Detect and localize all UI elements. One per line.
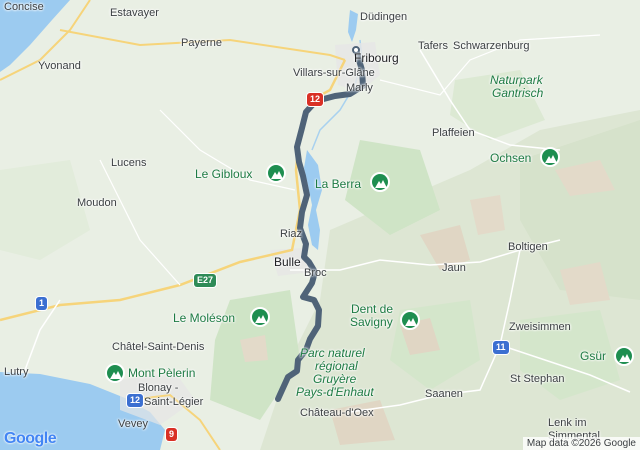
label-chatel-saint-denis[interactable]: Châtel-Saint-Denis xyxy=(112,341,204,354)
mountain-icon-moleson[interactable] xyxy=(250,307,270,327)
road-shield-1: 1 xyxy=(36,297,48,310)
label-boltigen[interactable]: Boltigen xyxy=(508,241,548,254)
label-schwarzenburg[interactable]: Schwarzenburg xyxy=(453,40,529,53)
label-dent-de-savigny-line2[interactable]: Savigny xyxy=(350,316,393,329)
mountain-icon-gibloux[interactable] xyxy=(266,163,286,183)
label-plaffeien[interactable]: Plaffeien xyxy=(432,127,475,140)
label-bulle[interactable]: Bulle xyxy=(274,256,301,269)
label-tafers[interactable]: Tafers xyxy=(418,40,448,53)
road-shield-e27: E27 xyxy=(194,274,217,287)
label-estavayer[interactable]: Estavayer xyxy=(110,7,159,20)
label-fribourg[interactable]: Fribourg xyxy=(354,52,399,65)
label-riaz[interactable]: Riaz xyxy=(280,228,302,241)
label-blonay[interactable]: Blonay - xyxy=(138,382,178,395)
label-la-berra[interactable]: La Berra xyxy=(315,178,361,191)
label-dudingen[interactable]: Düdingen xyxy=(360,11,407,24)
google-logo-text: Google xyxy=(4,430,57,447)
label-le-gibloux[interactable]: Le Gibloux xyxy=(195,168,252,181)
mountain-icon-dent-de-savigny[interactable] xyxy=(400,310,420,330)
label-saanen[interactable]: Saanen xyxy=(425,388,463,401)
map-attribution: Map data ©2026 Google xyxy=(522,437,640,450)
mountain-icon-mont-pelerin[interactable] xyxy=(105,363,125,383)
label-marly[interactable]: Marly xyxy=(346,82,373,95)
label-st-stephan[interactable]: St Stephan xyxy=(510,373,564,386)
label-naturpark-gantrisch-line2[interactable]: Gantrisch xyxy=(492,87,543,100)
label-lutry[interactable]: Lutry xyxy=(4,366,28,379)
mountain-icon-gsur[interactable] xyxy=(614,346,634,366)
label-broc[interactable]: Broc xyxy=(304,267,327,280)
label-mont-pelerin[interactable]: Mont Pèlerin xyxy=(128,367,195,380)
label-yvonand[interactable]: Yvonand xyxy=(38,60,81,73)
google-logo: Google xyxy=(4,430,57,448)
road-shield-12-south: 12 xyxy=(127,394,144,407)
label-vevey[interactable]: Vevey xyxy=(118,418,148,431)
mountain-icon-berra[interactable] xyxy=(370,172,390,192)
label-ochsen[interactable]: Ochsen xyxy=(490,152,531,165)
road-shield-12-north: 12 xyxy=(307,93,324,106)
map-canvas[interactable]: 12 E27 1 11 12 9 Concise Estavayer Düdin… xyxy=(0,0,640,450)
label-villars-sur-glane[interactable]: Villars-sur-Glâne xyxy=(293,67,375,80)
label-saint-legier[interactable]: Saint-Légier xyxy=(144,396,203,409)
label-gsur[interactable]: Gsür xyxy=(580,350,606,363)
label-jaun[interactable]: Jaun xyxy=(442,262,466,275)
label-concise[interactable]: Concise xyxy=(4,1,44,14)
label-le-moleson[interactable]: Le Moléson xyxy=(173,312,235,325)
label-zweisimmen[interactable]: Zweisimmen xyxy=(509,321,571,334)
label-payerne[interactable]: Payerne xyxy=(181,37,222,50)
label-moudon[interactable]: Moudon xyxy=(77,197,117,210)
label-parc-gruyere-line4[interactable]: Pays-d'Enhaut xyxy=(296,386,374,399)
label-lenk-line1[interactable]: Lenk im xyxy=(548,417,587,430)
label-lucens[interactable]: Lucens xyxy=(111,157,146,170)
road-shield-9: 9 xyxy=(166,428,178,441)
road-shield-11: 11 xyxy=(493,341,509,354)
label-chateau-doex[interactable]: Château-d'Oex xyxy=(300,407,374,420)
mountain-icon-ochsen[interactable] xyxy=(540,147,560,167)
